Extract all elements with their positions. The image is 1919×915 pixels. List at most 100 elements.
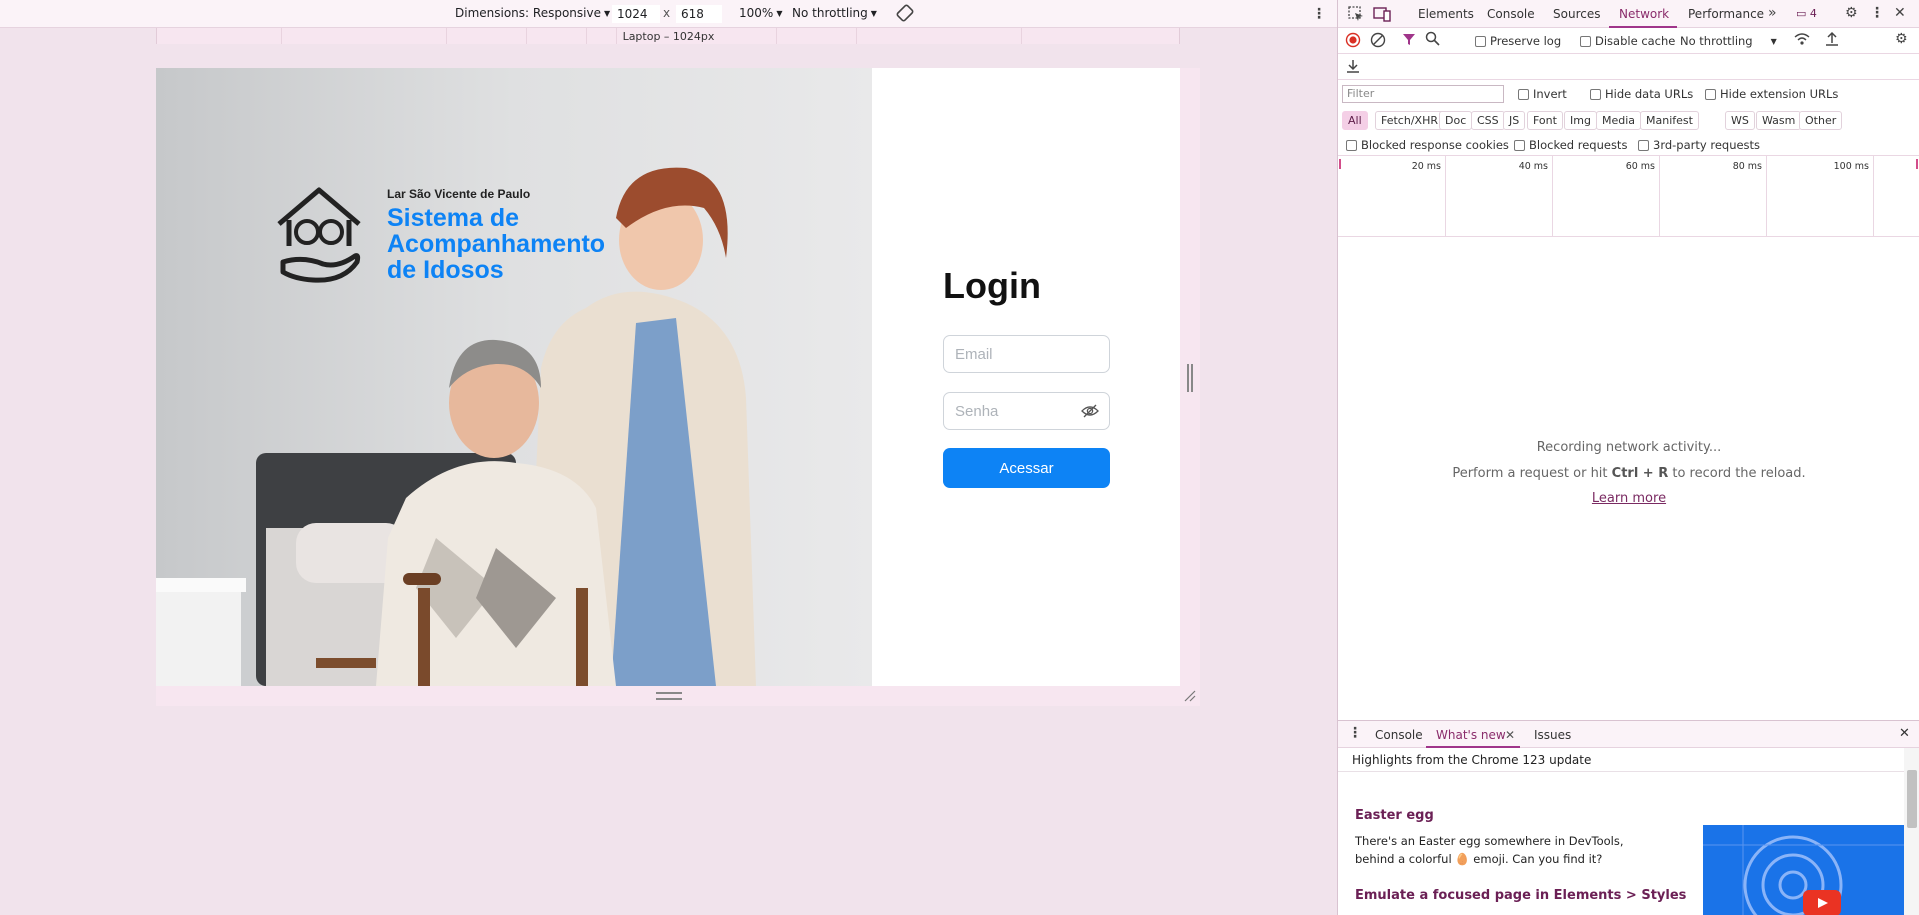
whats-new-header: Highlights from the Chrome 123 update <box>1338 748 1904 772</box>
password-input[interactable]: Senha <box>943 392 1110 430</box>
scrollbar-thumb[interactable] <box>1907 770 1917 828</box>
tab-sources[interactable]: Sources <box>1553 7 1600 21</box>
gear-icon[interactable]: ⚙ <box>1845 5 1858 21</box>
close-icon[interactable]: ✕ <box>1505 728 1515 742</box>
gear-icon[interactable]: ⚙ <box>1895 31 1908 47</box>
invert-checkbox[interactable]: Invert <box>1518 87 1567 101</box>
zoom-label: 100% <box>739 6 774 20</box>
resize-handle-bottom[interactable] <box>656 692 682 700</box>
more-options-icon[interactable]: ⋮ <box>1312 6 1326 22</box>
timeline-end-marker <box>1916 159 1918 169</box>
close-drawer-icon[interactable]: ✕ <box>1899 726 1910 741</box>
network-throttling-label: No throttling <box>1680 34 1753 48</box>
system-title-line: Sistema de <box>387 204 520 232</box>
reload-hint-text: Perform a request or hit Ctrl + R to rec… <box>1338 466 1919 481</box>
rotate-icon[interactable] <box>896 4 914 22</box>
type-filter-manifest[interactable]: Manifest <box>1640 111 1699 130</box>
network-overview-timeline[interactable]: 20 ms 40 ms 60 ms 80 ms 100 ms <box>1338 156 1919 237</box>
filter-input[interactable]: Filter <box>1342 85 1504 103</box>
whats-new-video-thumbnail[interactable] <box>1703 825 1904 915</box>
dimensions-dropdown[interactable]: Dimensions: Responsive ▼ <box>455 6 610 20</box>
email-input[interactable]: Email <box>943 335 1110 373</box>
type-filter-ws[interactable]: WS <box>1725 111 1755 130</box>
more-options-icon[interactable]: ⋮ <box>1870 5 1884 21</box>
type-filter-fetch-xhr[interactable]: Fetch/XHR <box>1375 111 1444 130</box>
tab-network[interactable]: Network <box>1619 7 1669 21</box>
type-filter-wasm[interactable]: Wasm <box>1756 111 1802 130</box>
caret-down-icon: ▼ <box>776 8 783 18</box>
hint-shortcut: Ctrl + R <box>1611 466 1669 481</box>
issues-count: 4 <box>1809 7 1817 20</box>
type-filter-js[interactable]: JS <box>1503 111 1526 130</box>
message-icon: ▭ <box>1796 7 1807 20</box>
eye-slash-icon[interactable] <box>1081 404 1099 418</box>
clear-icon[interactable] <box>1370 32 1386 52</box>
type-filter-css[interactable]: CSS <box>1471 111 1505 130</box>
drawer-tab-whats-new[interactable]: What's new <box>1436 728 1506 742</box>
drawer-menu-icon[interactable]: ⋮ <box>1348 725 1362 741</box>
type-filter-font[interactable]: Font <box>1527 111 1563 130</box>
type-filter-img[interactable]: Img <box>1564 111 1597 130</box>
double-chevron-right-icon[interactable]: » <box>1768 5 1777 21</box>
caret-down-icon: ▼ <box>603 8 611 18</box>
login-button[interactable]: Acessar <box>943 448 1110 488</box>
width-input[interactable]: 1024 <box>612 5 660 23</box>
filter-icon[interactable] <box>1402 32 1416 50</box>
network-conditions-icon[interactable] <box>1794 32 1810 50</box>
close-icon[interactable]: ✕ <box>1894 5 1906 21</box>
zoom-dropdown[interactable]: 100% ▼ <box>739 6 782 20</box>
resize-handle-right[interactable] <box>1187 364 1193 392</box>
tab-performance[interactable]: Performance <box>1688 7 1764 21</box>
type-filter-all[interactable]: All <box>1342 111 1368 130</box>
blocked-requests-checkbox[interactable]: Blocked requests <box>1514 138 1627 152</box>
tab-elements[interactable]: Elements <box>1418 7 1474 21</box>
throttling-label: No throttling <box>792 6 868 20</box>
inspect-element-icon[interactable] <box>1348 6 1364 26</box>
devtools-drawer: ⋮ Console What's new ✕ Issues ✕ Highligh… <box>1338 720 1919 915</box>
blocked-response-cookies-checkbox[interactable]: Blocked response cookies <box>1346 138 1509 152</box>
import-har-icon[interactable] <box>1825 31 1839 51</box>
disable-cache-checkbox[interactable]: Disable cache <box>1580 34 1675 48</box>
hide-data-urls-checkbox[interactable]: Hide data URLs <box>1590 87 1693 101</box>
blocked-filters-row: Blocked response cookies Blocked request… <box>1338 134 1919 156</box>
timeline-tick-label: 60 ms <box>1625 161 1655 172</box>
learn-more-link[interactable]: Learn more <box>1592 491 1666 506</box>
throttling-dropdown[interactable]: No throttling ▼ <box>792 6 877 20</box>
issues-badge[interactable]: ▭ 4 <box>1796 7 1817 20</box>
record-stop-icon[interactable] <box>1345 32 1361 52</box>
invert-label: Invert <box>1533 87 1567 101</box>
whats-new-item-text: There's an Easter egg somewhere in DevTo… <box>1355 834 1624 866</box>
type-filter-media[interactable]: Media <box>1596 111 1642 130</box>
third-party-requests-checkbox[interactable]: 3rd-party requests <box>1638 138 1760 152</box>
hide-extension-urls-checkbox[interactable]: Hide extension URLs <box>1705 87 1838 101</box>
device-toolbar-icon[interactable] <box>1373 6 1391 26</box>
drawer-scrollbar[interactable] <box>1904 748 1919 915</box>
preserve-log-checkbox[interactable]: Preserve log <box>1475 34 1561 48</box>
whats-new-item-title[interactable]: Easter egg <box>1355 808 1434 823</box>
house-care-logo-icon <box>273 184 365 284</box>
height-input[interactable]: 618 <box>676 5 722 23</box>
hint-text-after: to record the reload. <box>1668 466 1806 481</box>
dimensions-label: Dimensions: Responsive <box>455 6 601 20</box>
drawer-tab-bar: ⋮ Console What's new ✕ Issues ✕ <box>1338 721 1919 748</box>
type-filter-doc[interactable]: Doc <box>1439 111 1473 130</box>
tab-console[interactable]: Console <box>1487 7 1535 21</box>
drawer-tab-issues[interactable]: Issues <box>1534 728 1571 742</box>
blocked-requests-label: Blocked requests <box>1529 138 1628 152</box>
resize-corner-icon[interactable] <box>1184 690 1196 702</box>
password-placeholder: Senha <box>955 402 999 420</box>
device-toolbar: Dimensions: Responsive ▼ 1024 x 618 100%… <box>0 0 1337 28</box>
network-throttling-dropdown[interactable]: No throttling ▼ <box>1680 34 1777 48</box>
hint-text-before: Perform a request or hit <box>1452 466 1612 481</box>
timeline-start-marker <box>1339 159 1341 169</box>
whats-new-item-title[interactable]: Emulate a focused page in Elements > Sty… <box>1355 888 1686 903</box>
search-icon[interactable] <box>1425 31 1440 50</box>
export-har-icon[interactable] <box>1346 58 1360 78</box>
drawer-tab-console[interactable]: Console <box>1375 728 1423 742</box>
filter-placeholder: Filter <box>1347 87 1375 100</box>
type-filter-other[interactable]: Other <box>1799 111 1843 130</box>
youtube-play-icon[interactable] <box>1803 890 1841 915</box>
network-toolbar-secondary <box>1338 54 1919 80</box>
whats-new-content: Easter egg There's an Easter egg somewhe… <box>1338 772 1904 915</box>
email-placeholder: Email <box>955 345 993 363</box>
